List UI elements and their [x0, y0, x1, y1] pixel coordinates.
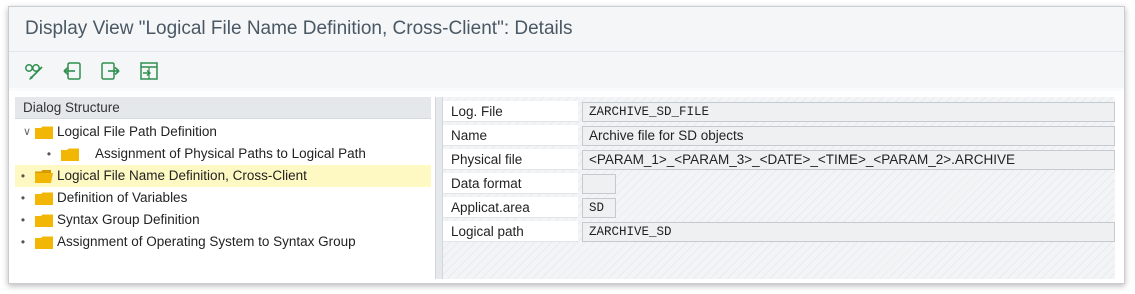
- panel-splitter[interactable]: [435, 97, 443, 279]
- field-row-log-file: Log. File ZARCHIVE_SD_FILE: [443, 101, 1115, 123]
- log-file-field[interactable]: ZARCHIVE_SD_FILE: [582, 102, 1115, 122]
- applicat-area-field[interactable]: SD: [582, 198, 616, 218]
- bullet-icon: •: [20, 235, 26, 249]
- physical-file-field[interactable]: <PARAM_1>_<PARAM_3>_<DATE>_<TIME>_<PARAM…: [582, 150, 1115, 170]
- open-folder-icon: [35, 170, 53, 183]
- folder-icon: [35, 236, 53, 249]
- variable-list-button[interactable]: [138, 60, 160, 82]
- field-row-name: Name Archive file for SD objects: [443, 125, 1115, 147]
- tree-item-label: Logical File Path Definition: [57, 124, 217, 139]
- tree-item-logical-file-name[interactable]: • Logical File Name Definition, Cross-Cl…: [15, 165, 431, 187]
- data-format-field[interactable]: [582, 174, 616, 194]
- tree-item-label: Assignment of Physical Paths to Logical …: [95, 146, 366, 161]
- tree-item-logical-file-path[interactable]: ∨ Logical File Path Definition: [15, 121, 431, 143]
- bullet-icon: •: [46, 147, 52, 161]
- display-change-icon: [25, 64, 43, 80]
- tree-item-definition-variables[interactable]: • Definition of Variables: [15, 187, 431, 209]
- tree-item-syntax-group[interactable]: • Syntax Group Definition: [15, 209, 431, 231]
- tree-item-label: Logical File Name Definition, Cross-Clie…: [57, 168, 307, 183]
- window-title: Display View "Logical File Name Definiti…: [25, 18, 573, 39]
- previous-entry-button[interactable]: [62, 60, 84, 82]
- focus-corner: [583, 116, 588, 121]
- folder-icon: [35, 126, 53, 139]
- details-panel: Log. File ZARCHIVE_SD_FILE Name Archive …: [443, 97, 1115, 279]
- logical-path-label: Logical path: [443, 221, 578, 242]
- physical-file-label: Physical file: [443, 149, 578, 170]
- folder-icon: [61, 148, 79, 161]
- focus-corner: [1109, 103, 1114, 108]
- variable-list-icon: [140, 62, 158, 80]
- log-file-label: Log. File: [443, 101, 578, 122]
- dialog-window: Display View "Logical File Name Definiti…: [8, 6, 1125, 284]
- folder-icon: [35, 214, 53, 227]
- tree-item-label: Syntax Group Definition: [57, 212, 200, 227]
- field-row-applicat-area: Applicat.area SD: [443, 197, 1115, 219]
- next-entry-icon: [101, 62, 120, 80]
- field-row-physical-file: Physical file <PARAM_1>_<PARAM_3>_<DATE>…: [443, 149, 1115, 171]
- bullet-icon: •: [20, 169, 26, 183]
- content-area: Dialog Structure ∨ Logical File Path Def…: [9, 91, 1124, 283]
- data-format-label: Data format: [443, 173, 578, 194]
- title-bar: Display View "Logical File Name Definiti…: [9, 7, 1124, 52]
- name-field[interactable]: Archive file for SD objects: [582, 126, 1115, 146]
- name-label: Name: [443, 125, 578, 146]
- display-change-button[interactable]: [23, 60, 45, 82]
- log-file-value: ZARCHIVE_SD_FILE: [589, 105, 710, 119]
- bullet-icon: •: [20, 213, 26, 227]
- chevron-down-icon[interactable]: ∨: [23, 121, 33, 143]
- previous-entry-icon: [63, 62, 81, 80]
- applicat-area-label: Applicat.area: [443, 197, 578, 218]
- field-row-logical-path: Logical path ZARCHIVE_SD: [443, 221, 1115, 243]
- folder-icon: [35, 192, 53, 205]
- tree-item-label: Assignment of Operating System to Syntax…: [57, 234, 356, 249]
- tree-item-assignment-os-syntax[interactable]: • Assignment of Operating System to Synt…: [15, 231, 431, 253]
- field-row-data-format: Data format: [443, 173, 1115, 195]
- bullet-icon: •: [20, 191, 26, 205]
- next-entry-button[interactable]: [99, 60, 121, 82]
- tree-header: Dialog Structure: [15, 97, 431, 119]
- tree-item-assignment-physical-paths[interactable]: • Assignment of Physical Paths to Logica…: [15, 143, 431, 165]
- application-toolbar: [9, 52, 1124, 88]
- dialog-structure-tree: Dialog Structure ∨ Logical File Path Def…: [15, 97, 431, 279]
- logical-path-field[interactable]: ZARCHIVE_SD: [582, 222, 1115, 242]
- tree-item-label: Definition of Variables: [57, 190, 188, 205]
